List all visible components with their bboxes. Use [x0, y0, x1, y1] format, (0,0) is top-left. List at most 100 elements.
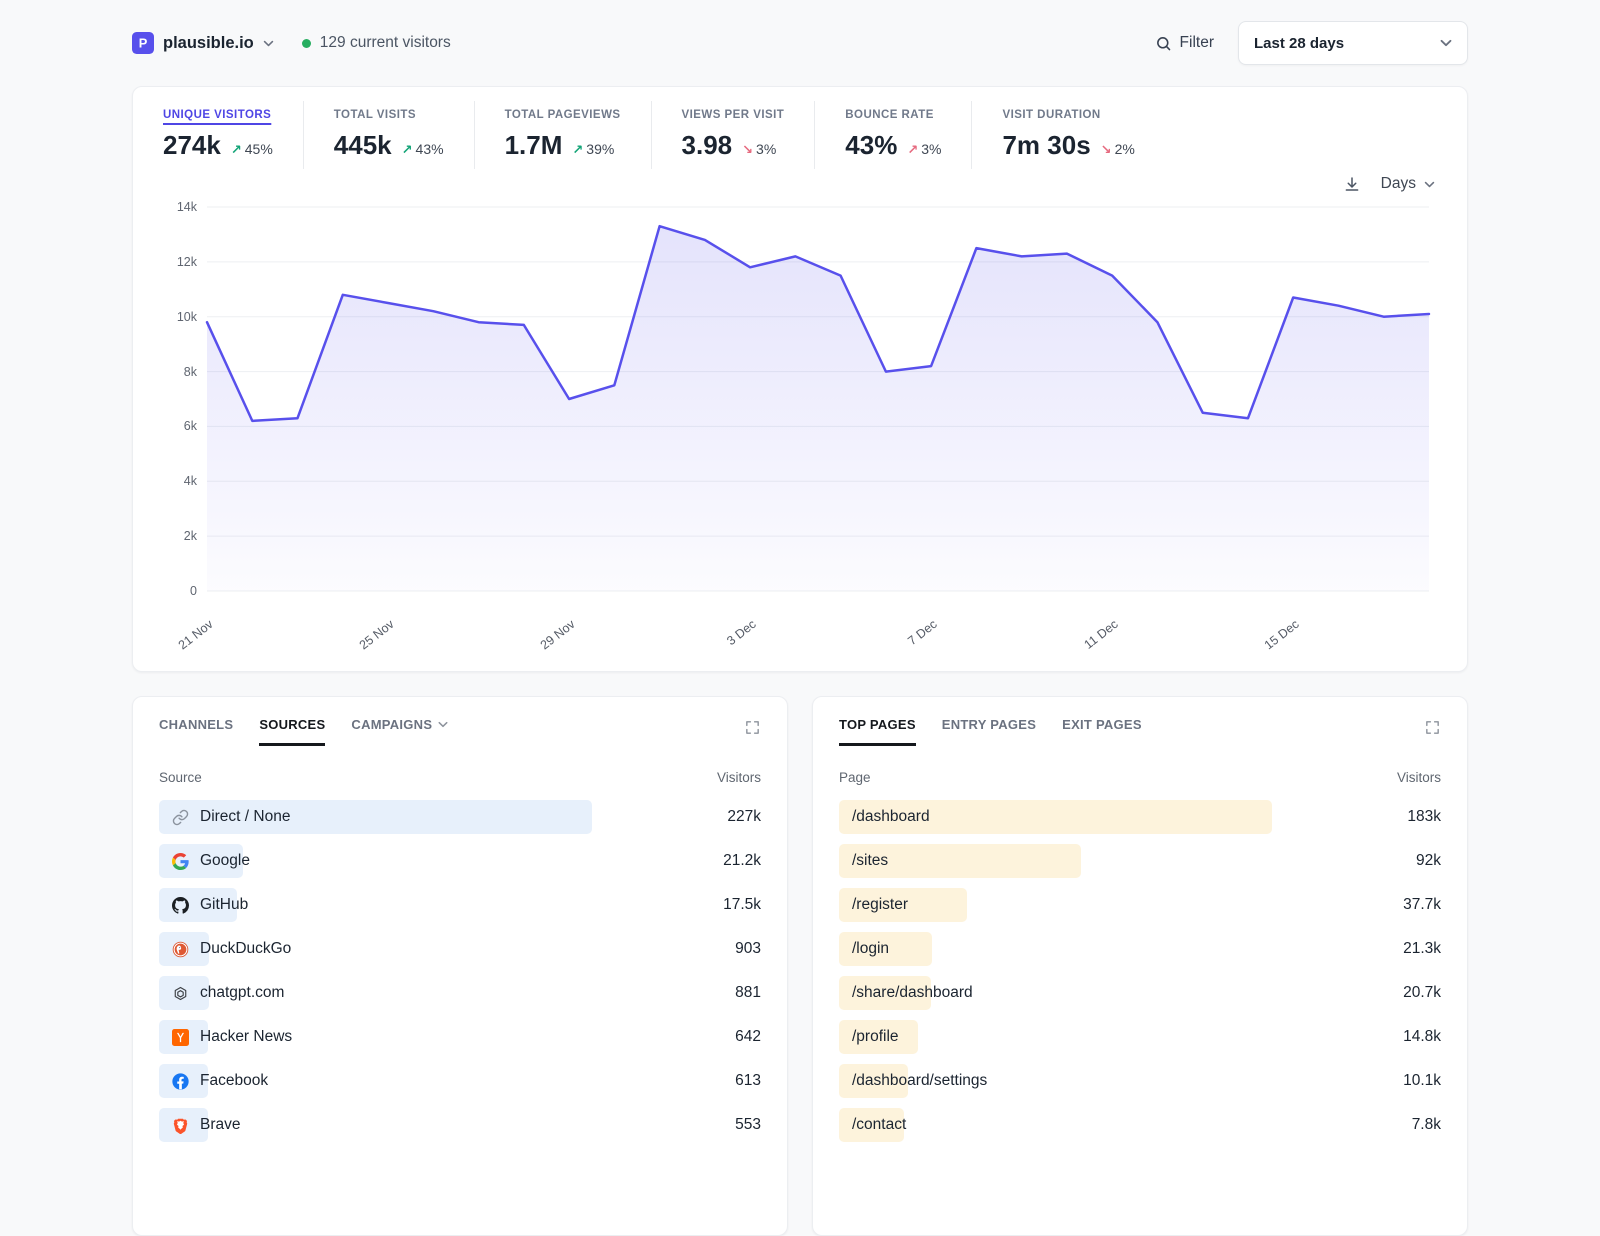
table-row[interactable]: /login21.3k	[839, 927, 1441, 971]
table-row[interactable]: /dashboard/settings10.1k	[839, 1059, 1441, 1103]
y-tick-label: 14k	[177, 200, 197, 214]
brave-icon	[172, 1117, 189, 1134]
tab-campaigns[interactable]: CAMPAIGNS	[351, 717, 448, 746]
metric-bounce-rate[interactable]: BOUNCE RATE43%↗3%	[815, 101, 972, 169]
metric-total-visits[interactable]: TOTAL VISITS445k↗43%	[304, 101, 475, 169]
row-value: 37.7k	[1403, 896, 1441, 914]
table-row[interactable]: /share/dashboard20.7k	[839, 971, 1441, 1015]
tab-top-pages[interactable]: TOP PAGES	[839, 717, 916, 746]
table-row[interactable]: chatgpt.com 881	[159, 971, 761, 1015]
current-visitors-label: 129 current visitors	[320, 34, 451, 52]
chevron-down-icon	[438, 721, 448, 728]
row-label: /dashboard	[852, 808, 930, 826]
tab-label: CHANNELS	[159, 717, 233, 732]
row-value: 903	[735, 940, 761, 958]
link-icon	[172, 809, 189, 826]
breakdown-cards: CHANNELSSOURCESCAMPAIGNS Source Visitors…	[132, 696, 1468, 1236]
metric-total-pageviews[interactable]: TOTAL PAGEVIEWS1.7M↗39%	[475, 101, 652, 169]
download-icon[interactable]	[1343, 175, 1361, 193]
table-row[interactable]: DuckDuckGo 903	[159, 927, 761, 971]
row-label: chatgpt.com	[200, 984, 284, 1002]
metric-visit-duration[interactable]: VISIT DURATION 7m 30s↘2%	[972, 101, 1164, 169]
metric-label: UNIQUE VISITORS	[163, 109, 273, 121]
topbar-right: Filter Last 28 days	[1155, 21, 1468, 65]
tab-label: ENTRY PAGES	[942, 717, 1036, 732]
table-row[interactable]: Hacker News642	[159, 1015, 761, 1059]
column-header-source: Source	[159, 770, 202, 785]
table-row[interactable]: Google21.2k	[159, 839, 761, 883]
topbar: P plausible.io 129 current visitors Filt…	[132, 20, 1468, 66]
pages-tabs: TOP PAGES ENTRY PAGES EXIT PAGES	[839, 717, 1441, 746]
row-content: Brave 553	[159, 1103, 761, 1147]
metric-label: VIEWS PER VISIT	[682, 109, 785, 121]
plausible-logo-icon: P	[132, 32, 154, 54]
table-row[interactable]: GitHub17.5k	[159, 883, 761, 927]
tab-exit-pages[interactable]: EXIT PAGES	[1062, 717, 1142, 746]
chart-plot	[207, 207, 1429, 591]
row-label: /share/dashboard	[852, 984, 973, 1002]
row-label: Brave	[200, 1116, 241, 1134]
y-axis-labels: 02k4k6k8k10k12k14k	[159, 207, 197, 591]
metric-change: ↘3%	[742, 141, 776, 158]
x-tick-label: 25 Nov	[357, 617, 397, 652]
github-icon	[172, 897, 189, 914]
tab-channels[interactable]: CHANNELS	[159, 717, 233, 746]
date-range-value: Last 28 days	[1254, 35, 1344, 52]
table-row[interactable]: /dashboard183k	[839, 795, 1441, 839]
column-header-page: Page	[839, 770, 871, 785]
metric-value-row: 7m 30s↘2%	[1002, 130, 1134, 161]
interval-label: Days	[1381, 175, 1416, 193]
search-icon	[1155, 35, 1172, 52]
metric-change: ↗43%	[402, 141, 444, 158]
metric-change-value: 39%	[586, 141, 614, 157]
filter-button[interactable]: Filter	[1155, 34, 1214, 52]
x-axis-labels: 21 Nov25 Nov29 Nov3 Dec7 Dec11 Dec15 Dec	[207, 597, 1429, 655]
table-row[interactable]: Brave 553	[159, 1103, 761, 1147]
expand-icon[interactable]	[744, 717, 761, 736]
metric-views-per-visit[interactable]: VIEWS PER VISIT3.98↘3%	[652, 101, 816, 169]
y-tick-label: 6k	[184, 419, 197, 433]
site-picker[interactable]: P plausible.io	[132, 32, 274, 54]
table-row[interactable]: /profile14.8k	[839, 1015, 1441, 1059]
live-dot-icon	[302, 39, 311, 48]
table-row[interactable]: /contact7.8k	[839, 1103, 1441, 1147]
tab-sources[interactable]: SOURCES	[259, 717, 325, 746]
topbar-left: P plausible.io 129 current visitors	[132, 32, 451, 54]
row-label: GitHub	[200, 896, 248, 914]
site-name: plausible.io	[163, 34, 254, 53]
arrow-up-right-icon: ↗	[572, 142, 583, 158]
metrics-row: UNIQUE VISITORS274k↗45%TOTAL VISITS445k↗…	[159, 101, 1441, 169]
row-content: Google21.2k	[159, 839, 761, 883]
visitors-chart: 02k4k6k8k10k12k14k 21 Nov25 Nov29 Nov3 De…	[159, 207, 1441, 655]
duckduckgo-icon	[172, 941, 189, 958]
row-label: /dashboard/settings	[852, 1072, 987, 1090]
table-row[interactable]: /register 37.7k	[839, 883, 1441, 927]
table-row[interactable]: Facebook613	[159, 1059, 761, 1103]
metric-change-value: 3%	[921, 141, 941, 157]
row-content: /profile14.8k	[839, 1015, 1441, 1059]
pages-rows: /dashboard183k/sites92k/register 37.7k/lo…	[839, 795, 1441, 1147]
metric-label: VISIT DURATION	[1002, 109, 1134, 121]
current-visitors[interactable]: 129 current visitors	[302, 34, 451, 52]
metric-value: 1.7M	[505, 130, 563, 161]
interval-select[interactable]: Days	[1381, 175, 1435, 193]
facebook-icon	[172, 1073, 189, 1090]
expand-icon[interactable]	[1424, 717, 1441, 736]
row-label: /register	[852, 896, 908, 914]
row-value: 881	[735, 984, 761, 1002]
row-value: 553	[735, 1116, 761, 1134]
date-range-select[interactable]: Last 28 days	[1238, 21, 1468, 65]
arrow-down-right-icon: ↘	[742, 142, 753, 158]
row-content: Facebook613	[159, 1059, 761, 1103]
arrow-up-right-icon: ↗	[231, 142, 242, 158]
row-label: DuckDuckGo	[200, 940, 291, 958]
openai-icon	[172, 985, 189, 1002]
chart-svg	[207, 207, 1429, 591]
metric-value: 7m 30s	[1002, 130, 1090, 161]
tab-entry-pages[interactable]: ENTRY PAGES	[942, 717, 1036, 746]
metric-unique-visitors[interactable]: UNIQUE VISITORS274k↗45%	[159, 101, 304, 169]
chevron-down-icon	[1440, 39, 1452, 47]
chevron-down-icon	[1424, 181, 1435, 188]
table-row[interactable]: Direct / None227k	[159, 795, 761, 839]
table-row[interactable]: /sites92k	[839, 839, 1441, 883]
